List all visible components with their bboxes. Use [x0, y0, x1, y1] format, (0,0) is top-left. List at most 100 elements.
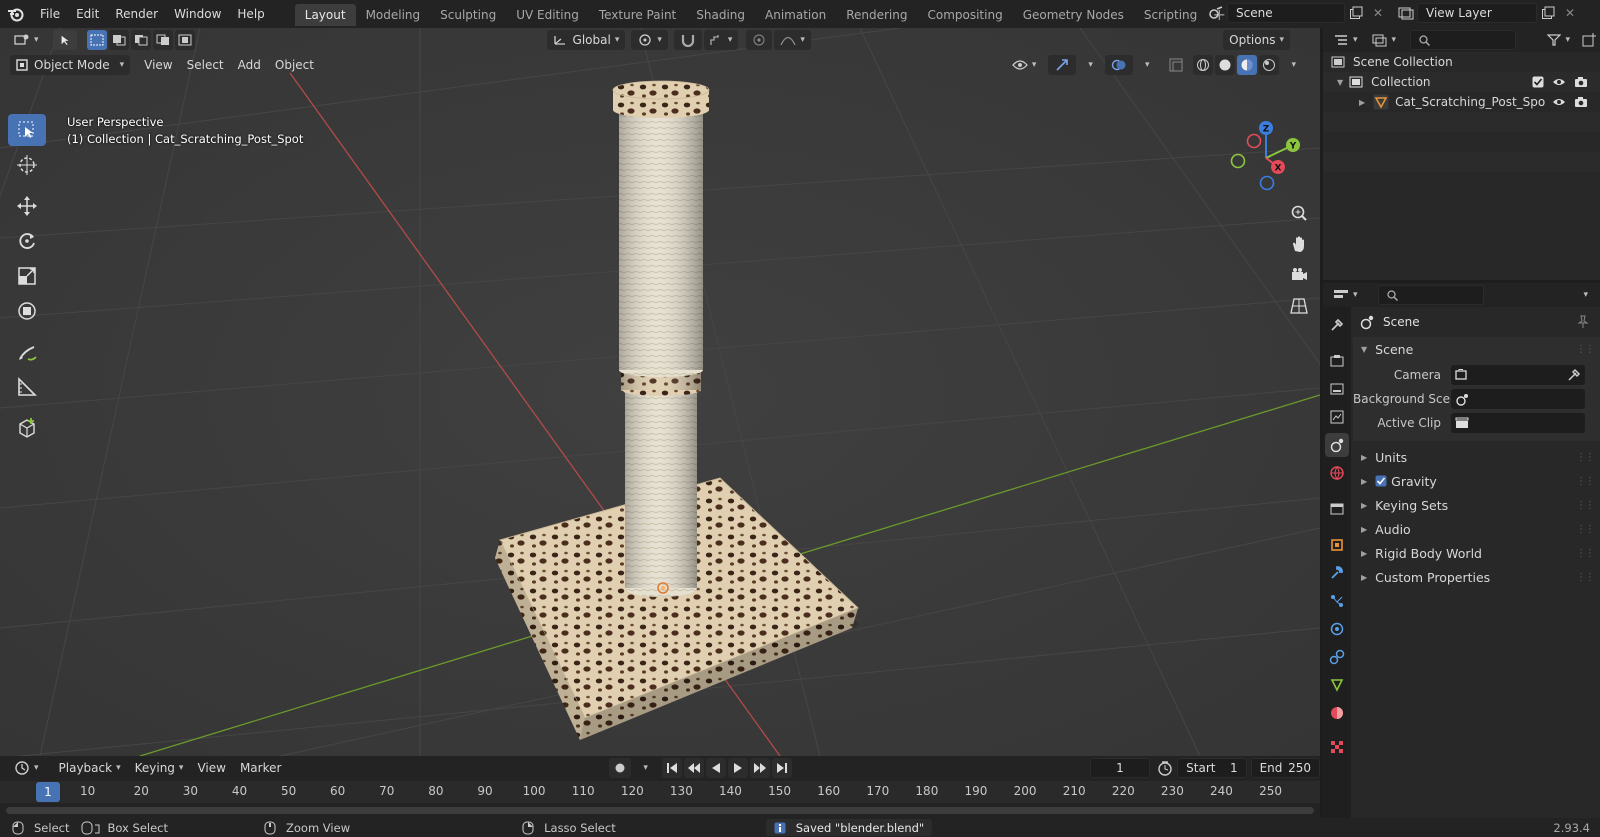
- world-tab-icon[interactable]: [1325, 461, 1349, 485]
- wireframe-shading-icon[interactable]: [1193, 55, 1214, 75]
- menu-file[interactable]: File: [32, 3, 68, 25]
- gizmo-neg-z-axis[interactable]: [1259, 175, 1275, 191]
- extend-selection-icon[interactable]: [108, 30, 129, 50]
- blender-logo-icon[interactable]: [0, 0, 32, 28]
- properties-search-input[interactable]: [1377, 285, 1484, 305]
- outliner-editor-type-button[interactable]: ▾: [1327, 30, 1364, 50]
- timeline-menu-view[interactable]: View: [191, 758, 231, 778]
- view-layer-field[interactable]: View Layer: [1417, 3, 1537, 23]
- navigation-gizmo[interactable]: Z Y X: [1226, 118, 1306, 198]
- data-tab-icon[interactable]: [1325, 673, 1349, 697]
- particles-tab-icon[interactable]: [1325, 589, 1349, 613]
- visibility-eye-icon[interactable]: [1552, 76, 1566, 88]
- xray-toggle[interactable]: [1163, 55, 1189, 75]
- move-tool[interactable]: [8, 190, 46, 222]
- keying-set-dropdown[interactable]: ▾: [633, 758, 654, 778]
- solid-shading-icon[interactable]: [1215, 55, 1236, 75]
- collection-tab-icon[interactable]: [1325, 497, 1349, 521]
- editor-type-button[interactable]: ▾: [8, 30, 45, 50]
- timeline-menu-playback[interactable]: Playback ▾: [53, 758, 127, 778]
- proportional-edit-toggle[interactable]: [746, 30, 773, 50]
- tab-scripting[interactable]: Scripting: [1134, 4, 1207, 26]
- viewport-menu-object[interactable]: Object: [269, 55, 320, 75]
- zoom-icon[interactable]: [1286, 200, 1312, 226]
- scene-icon[interactable]: [1205, 3, 1227, 23]
- select-tool-mode-button[interactable]: [52, 30, 77, 50]
- render-tab-icon[interactable]: [1325, 349, 1349, 373]
- modifier-tab-icon[interactable]: [1325, 561, 1349, 585]
- select-box-tool[interactable]: [8, 114, 46, 146]
- 3d-viewport[interactable]: ▾ Global ▾ ▾ ▾ ▾ Options ▾ Object Mode ▾…: [0, 28, 1320, 756]
- jump-end-icon[interactable]: [771, 758, 792, 778]
- camera-view-icon[interactable]: [1286, 262, 1312, 288]
- eyedropper-icon[interactable]: [1567, 368, 1581, 382]
- render-camera-icon[interactable]: [1574, 76, 1588, 88]
- play-reverse-icon[interactable]: [705, 758, 726, 778]
- end-frame-field[interactable]: End 250: [1250, 758, 1320, 778]
- delete-view-layer-icon[interactable]: ✕: [1559, 3, 1581, 23]
- audio-panel-header[interactable]: ▶ Audio ⋮⋮: [1353, 517, 1600, 541]
- gravity-checkbox[interactable]: [1375, 475, 1387, 487]
- physics-tab-icon[interactable]: [1325, 617, 1349, 641]
- viewport-menu-select[interactable]: Select: [181, 55, 230, 75]
- auto-keying-toggle[interactable]: [609, 758, 632, 778]
- intersect-selection-icon[interactable]: [174, 30, 195, 50]
- playhead[interactable]: 1: [36, 782, 60, 802]
- outliner-object-row[interactable]: ▶ Cat_Scratching_Post_Spo: [1323, 92, 1600, 112]
- menu-edit[interactable]: Edit: [68, 3, 107, 25]
- object-tab-icon[interactable]: [1325, 533, 1349, 557]
- gizmo-dropdown[interactable]: ▾: [1078, 55, 1099, 75]
- tab-geometry-nodes[interactable]: Geometry Nodes: [1013, 4, 1134, 26]
- viewport-menu-view[interactable]: View: [138, 55, 178, 75]
- transform-orientation-dropdown[interactable]: Global ▾: [546, 30, 626, 50]
- menu-window[interactable]: Window: [166, 3, 229, 25]
- object-render-camera-icon[interactable]: [1574, 96, 1588, 108]
- pin-icon[interactable]: [1576, 315, 1590, 329]
- gravity-panel-header[interactable]: ▶ Gravity ⋮⋮: [1353, 469, 1600, 493]
- tab-uv-editing[interactable]: UV Editing: [506, 4, 589, 26]
- background-scene-field[interactable]: [1451, 389, 1585, 409]
- tab-modeling[interactable]: Modeling: [356, 4, 431, 26]
- jump-start-icon[interactable]: [661, 758, 682, 778]
- timeline-menu-keying[interactable]: Keying ▾: [129, 758, 190, 778]
- properties-editor-type-button[interactable]: ▾: [1327, 285, 1364, 305]
- outliner-collection-row[interactable]: ▼ Collection: [1323, 72, 1600, 92]
- scene-tab-icon[interactable]: [1325, 433, 1349, 457]
- custom-properties-panel-header[interactable]: ▶ Custom Properties ⋮⋮: [1353, 565, 1600, 589]
- camera-field[interactable]: [1451, 365, 1585, 385]
- frame-ruler[interactable]: 1 10 20 30 40 50 60 70 80 90 100 110 120 130 140 150 16…: [0, 781, 1320, 803]
- material-preview-shading-icon[interactable]: [1237, 55, 1258, 75]
- gizmo-neg-y-axis[interactable]: [1230, 153, 1246, 169]
- constraints-tab-icon[interactable]: [1325, 645, 1349, 669]
- perspective-toggle-icon[interactable]: [1286, 293, 1312, 319]
- tab-shading[interactable]: Shading: [686, 4, 755, 26]
- snap-toggle[interactable]: [673, 30, 702, 50]
- gizmo-toggle[interactable]: [1048, 55, 1077, 75]
- keying-sets-panel-header[interactable]: ▶ Keying Sets ⋮⋮: [1353, 493, 1600, 517]
- texture-tab-icon[interactable]: [1325, 735, 1349, 759]
- pan-hand-icon[interactable]: [1286, 231, 1312, 257]
- object-mode-dropdown[interactable]: Object Mode ▾: [10, 55, 131, 75]
- subtract-selection-icon[interactable]: [130, 30, 151, 50]
- timeline-scrollbar[interactable]: [6, 807, 1314, 814]
- jump-keyframe-forward-icon[interactable]: [749, 758, 770, 778]
- object-expand-icon[interactable]: ▶: [1359, 98, 1365, 107]
- visibility-dropdown[interactable]: ▾: [1006, 55, 1043, 75]
- measure-tool[interactable]: [8, 371, 46, 403]
- annotate-tool[interactable]: [8, 336, 46, 368]
- overlays-toggle[interactable]: [1104, 55, 1133, 75]
- invert-selection-icon[interactable]: [152, 30, 173, 50]
- exclude-checkbox-icon[interactable]: [1532, 76, 1544, 88]
- view-layer-tab-icon[interactable]: [1325, 405, 1349, 429]
- tab-texture-paint[interactable]: Texture Paint: [589, 4, 686, 26]
- tab-rendering[interactable]: Rendering: [836, 4, 917, 26]
- filter-dropdown[interactable]: ▾: [1541, 30, 1576, 50]
- material-tab-icon[interactable]: [1325, 701, 1349, 725]
- outliner-scene-collection[interactable]: Scene Collection: [1323, 52, 1600, 72]
- rotate-tool[interactable]: [8, 225, 46, 257]
- start-frame-field[interactable]: Start 1: [1177, 758, 1247, 778]
- overlays-dropdown[interactable]: ▾: [1135, 55, 1156, 75]
- set-selection-icon[interactable]: [86, 30, 107, 50]
- new-scene-icon[interactable]: [1345, 3, 1367, 23]
- proportional-falloff-dropdown[interactable]: ▾: [774, 30, 811, 50]
